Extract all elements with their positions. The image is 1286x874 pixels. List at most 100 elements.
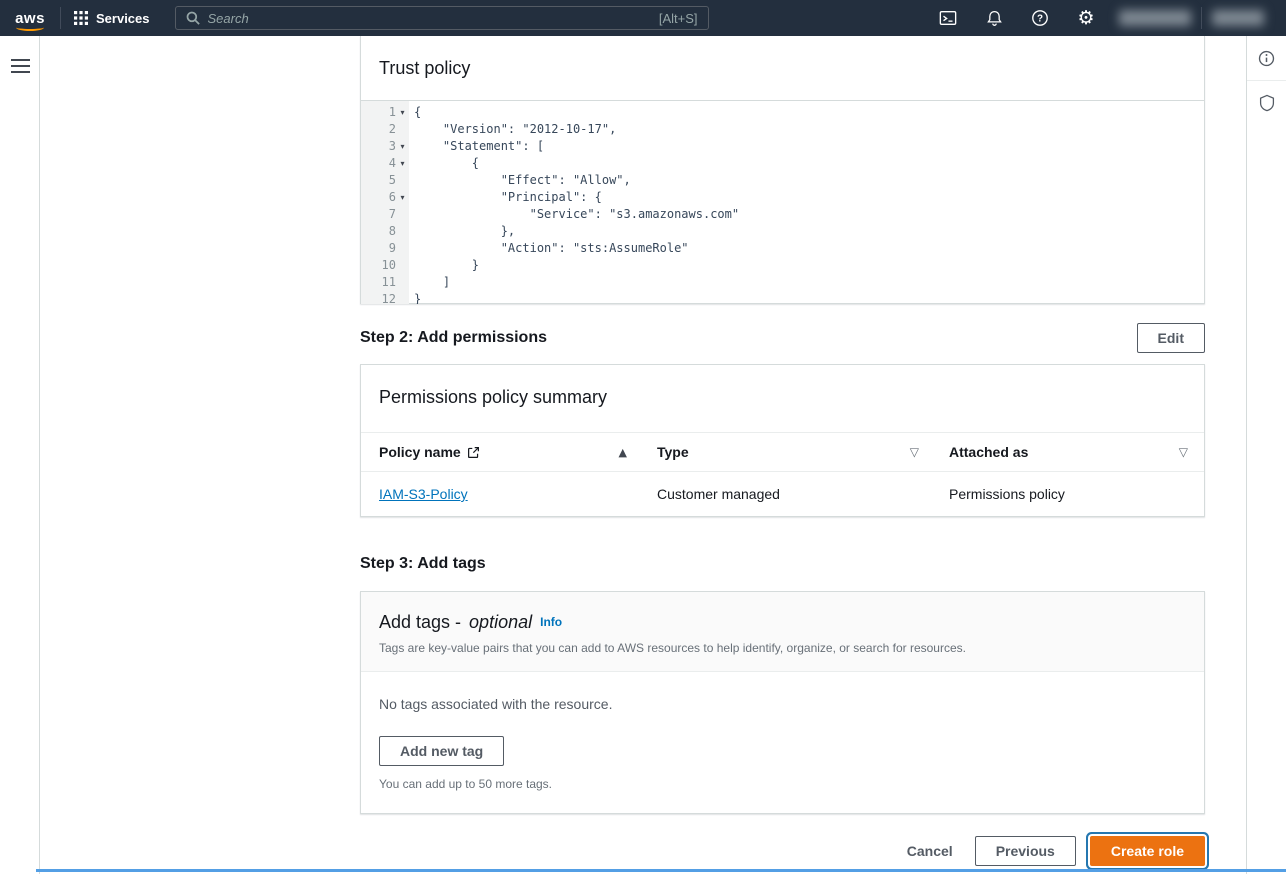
code-line: "Action": "sts:AssumeRole" <box>414 240 1204 257</box>
services-label: Services <box>96 11 150 26</box>
services-menu-button[interactable]: Services <box>61 0 163 36</box>
open-sidebar-button[interactable] <box>0 49 40 83</box>
global-search[interactable]: [Alt+S] <box>175 6 709 30</box>
attached-as-value: Permissions policy <box>949 486 1065 502</box>
cell-policy-name: IAM-S3-Policy <box>361 486 657 502</box>
hamburger-icon <box>11 59 30 61</box>
fold-toggle-icon[interactable]: ▾ <box>396 155 409 172</box>
gutter-line: 7 <box>361 206 409 223</box>
aws-logo[interactable]: aws <box>15 10 45 27</box>
trust-policy-header: Trust policy <box>361 36 1204 100</box>
search-shortcut: [Alt+S] <box>659 11 698 26</box>
header-policy-name: Policy name ▲ <box>361 444 657 460</box>
code-line: "Service": "s3.amazonaws.com" <box>414 206 1204 223</box>
bell-icon <box>986 9 1003 27</box>
create-role-button[interactable]: Create role <box>1090 836 1205 866</box>
line-number: 7 <box>361 206 396 223</box>
gear-icon: ⚙ <box>1077 9 1094 28</box>
code-line: "Principal": { <box>414 189 1204 206</box>
sort-ascending-icon[interactable]: ▲ <box>619 446 627 459</box>
search-icon <box>186 11 200 25</box>
gutter-line: 9 <box>361 240 409 257</box>
line-number: 1 <box>361 104 396 121</box>
code-line: "Version": "2012-10-17", <box>414 121 1204 138</box>
code-line: "Effect": "Allow", <box>414 172 1204 189</box>
security-panel-button[interactable] <box>1247 81 1286 125</box>
fold-toggle-icon[interactable]: ▾ <box>396 189 409 206</box>
nav-right-group: ? ⚙ <box>925 0 1286 36</box>
notifications-button[interactable] <box>971 0 1017 36</box>
cell-type: Customer managed <box>657 486 949 502</box>
add-tags-title: Add tags - <box>379 612 461 633</box>
external-link-icon <box>467 446 480 459</box>
trust-policy-card: Trust policy 1▾ 2 3▾ 4▾ 5 6▾ 7 8 9 10 1 <box>360 36 1205 304</box>
step2-heading-row: Step 2: Add permissions Edit <box>360 323 1205 353</box>
trust-policy-json[interactable]: { "Version": "2012-10-17", "Statement": … <box>409 101 1204 304</box>
cloudshell-button[interactable] <box>925 0 971 36</box>
code-line: } <box>414 257 1204 274</box>
info-icon <box>1258 50 1275 67</box>
edit-permissions-button[interactable]: Edit <box>1137 323 1205 353</box>
help-icon: ? <box>1031 9 1049 27</box>
trust-policy-code-editor[interactable]: 1▾ 2 3▾ 4▾ 5 6▾ 7 8 9 10 11 12 { <box>361 100 1204 304</box>
aws-console-page: aws Services [Alt+S] <box>0 0 1286 874</box>
cancel-button[interactable]: Cancel <box>899 836 961 866</box>
line-number: 3 <box>361 138 396 155</box>
policy-name-header-label: Policy name <box>379 444 461 460</box>
add-new-tag-button[interactable]: Add new tag <box>379 736 504 766</box>
step3-heading: Step 3: Add tags <box>360 555 486 573</box>
policy-name-link[interactable]: IAM-S3-Policy <box>379 486 468 502</box>
left-rail <box>0 36 40 874</box>
previous-button[interactable]: Previous <box>975 836 1076 866</box>
horizontal-scrollbar[interactable] <box>36 869 1286 872</box>
permissions-summary-card: Permissions policy summary Policy name ▲… <box>360 364 1205 517</box>
line-number: 5 <box>361 172 396 189</box>
tags-limit-hint: You can add up to 50 more tags. <box>379 777 1186 791</box>
permissions-table-header: Policy name ▲ Type ▽ Attached as ▽ <box>361 432 1204 472</box>
cloudshell-icon <box>939 9 957 27</box>
step2-heading: Step 2: Add permissions <box>360 329 547 347</box>
permissions-summary-title: Permissions policy summary <box>379 387 1186 408</box>
create-role-review: Trust policy 1▾ 2 3▾ 4▾ 5 6▾ 7 8 9 10 1 <box>360 36 1205 866</box>
svg-text:?: ? <box>1037 14 1043 25</box>
search-input[interactable] <box>208 11 651 26</box>
info-panel-button[interactable] <box>1247 36 1286 80</box>
fold-toggle-icon[interactable]: ▾ <box>396 138 409 155</box>
policy-table-row: IAM-S3-Policy Customer managed Permissio… <box>361 472 1204 516</box>
account-menu-redacted[interactable] <box>1212 10 1264 26</box>
gutter-line: 1▾ <box>361 104 409 121</box>
nav-divider <box>1201 7 1202 29</box>
header-attached-as: Attached as ▽ <box>949 444 1204 460</box>
gutter-line: 3▾ <box>361 138 409 155</box>
sort-toggle-icon[interactable]: ▽ <box>910 445 919 459</box>
trust-policy-title: Trust policy <box>379 58 470 79</box>
wizard-footer-actions: Cancel Previous Create role <box>360 836 1205 866</box>
add-tags-header: Add tags - optional Info Tags are key-va… <box>361 592 1204 672</box>
line-number: 6 <box>361 189 396 206</box>
line-number: 12 <box>361 291 396 304</box>
info-link[interactable]: Info <box>540 615 562 629</box>
aws-logo-button[interactable]: aws <box>0 0 60 36</box>
editor-gutter: 1▾ 2 3▾ 4▾ 5 6▾ 7 8 9 10 11 12 <box>361 101 409 304</box>
sort-toggle-icon[interactable]: ▽ <box>1179 445 1188 459</box>
line-number: 2 <box>361 121 396 138</box>
settings-button[interactable]: ⚙ <box>1063 0 1109 36</box>
attached-as-header-label: Attached as <box>949 444 1028 460</box>
help-button[interactable]: ? <box>1017 0 1063 36</box>
line-number: 8 <box>361 223 396 240</box>
add-tags-description: Tags are key-value pairs that you can ad… <box>379 641 1186 655</box>
services-grid-icon <box>74 11 88 25</box>
add-tags-title-row: Add tags - optional Info <box>379 612 1186 633</box>
gutter-line: 5 <box>361 172 409 189</box>
code-line: { <box>414 155 1204 172</box>
fold-toggle-icon[interactable]: ▾ <box>396 104 409 121</box>
region-menu-redacted[interactable] <box>1119 10 1191 26</box>
main-content: Trust policy 1▾ 2 3▾ 4▾ 5 6▾ 7 8 9 10 1 <box>41 36 1245 874</box>
gutter-line: 8 <box>361 223 409 240</box>
shield-icon <box>1259 94 1275 112</box>
line-number: 11 <box>361 274 396 291</box>
code-line: }, <box>414 223 1204 240</box>
gutter-line: 11 <box>361 274 409 291</box>
step3-heading-row: Step 3: Add tags <box>360 554 1205 574</box>
code-line: } <box>414 291 1204 304</box>
